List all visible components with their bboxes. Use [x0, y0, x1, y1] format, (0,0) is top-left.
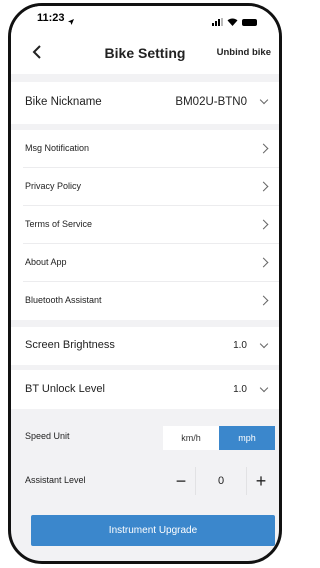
- bike-nickname-row[interactable]: Bike Nickname BM02U-BTN0: [11, 82, 279, 124]
- phone-frame: 11:23 Bike Setting Unbind bike Bike Nick…: [8, 3, 282, 564]
- chevron-right-icon: [258, 143, 269, 154]
- menu-item-label: Terms of Service: [25, 219, 93, 229]
- speed-unit-kmh-option[interactable]: km/h: [163, 426, 219, 450]
- status-time: 11:23: [37, 12, 65, 24]
- nav-bar: Bike Setting Unbind bike: [11, 34, 279, 74]
- bt-unlock-level-row[interactable]: BT Unlock Level 1.0: [11, 370, 279, 409]
- menu-item-privacy-policy[interactable]: Privacy Policy: [11, 168, 279, 206]
- unbind-bike-button[interactable]: Unbind bike: [217, 47, 271, 58]
- location-arrow-icon: [67, 13, 75, 31]
- decrease-button[interactable]: −: [167, 467, 195, 495]
- bt-unlock-level-label: BT Unlock Level: [25, 383, 105, 395]
- chevron-down-icon: [259, 95, 269, 105]
- menu-item-label: About App: [25, 257, 67, 267]
- speed-unit-label: Speed Unit: [25, 431, 70, 441]
- cellular-signal-icon: [212, 18, 223, 26]
- assistant-level-value: 0: [195, 467, 247, 495]
- chevron-right-icon: [258, 295, 269, 306]
- bike-nickname-label: Bike Nickname: [25, 96, 102, 108]
- screen-brightness-value: 1.0: [233, 340, 247, 351]
- menu-item-terms-of-service[interactable]: Terms of Service: [11, 206, 279, 244]
- chevron-down-icon: [259, 383, 269, 393]
- wifi-icon: [227, 13, 238, 31]
- speed-unit-mph-option[interactable]: mph: [219, 426, 275, 450]
- increase-button[interactable]: +: [247, 467, 275, 495]
- screen-brightness-row[interactable]: Screen Brightness 1.0: [11, 327, 279, 365]
- screen-brightness-label: Screen Brightness: [25, 339, 115, 351]
- assistant-level-stepper: − 0 +: [167, 467, 275, 495]
- chevron-right-icon: [258, 219, 269, 230]
- speed-unit-row: Speed Unit km/h mph: [11, 415, 279, 460]
- menu-item-about-app[interactable]: About App: [11, 244, 279, 282]
- bt-unlock-level-value: 1.0: [233, 384, 247, 395]
- instrument-upgrade-button[interactable]: Instrument Upgrade: [31, 515, 275, 546]
- chevron-right-icon: [258, 181, 269, 192]
- chevron-down-icon: [259, 339, 269, 349]
- menu-item-msg-notification[interactable]: Msg Notification: [11, 130, 279, 168]
- menu-item-label: Msg Notification: [25, 143, 90, 153]
- speed-unit-toggle[interactable]: km/h mph: [163, 426, 275, 450]
- menu-item-bluetooth-assistant[interactable]: Bluetooth Assistant: [11, 282, 279, 320]
- menu-item-label: Bluetooth Assistant: [25, 295, 102, 305]
- bike-nickname-value: BM02U-BTN0: [175, 96, 247, 108]
- chevron-right-icon: [258, 257, 269, 268]
- assistant-level-label: Assistant Level: [25, 475, 86, 485]
- assistant-level-row: Assistant Level − 0 +: [11, 460, 279, 502]
- battery-icon: [242, 18, 257, 26]
- menu-item-label: Privacy Policy: [25, 181, 82, 191]
- status-bar: 11:23: [11, 6, 279, 34]
